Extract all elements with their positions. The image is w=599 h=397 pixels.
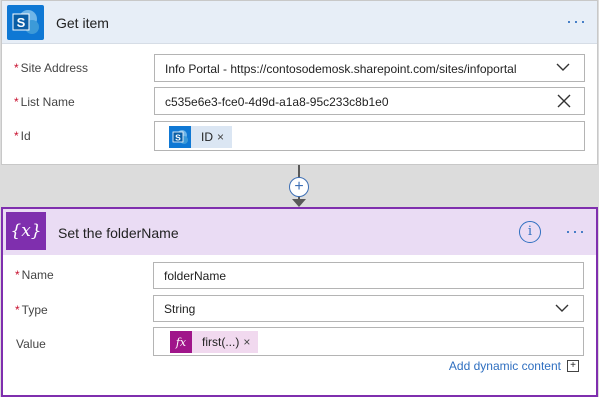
name-row: * Name folderName: [3, 258, 596, 292]
get-item-card: S Get item ··· * Site Address Info Portal…: [1, 0, 598, 165]
value-row: Value fx first(...) ×: [3, 327, 596, 361]
add-step-icon[interactable]: +: [289, 177, 309, 197]
site-address-value: Info Portal - https://contosodemosk.shar…: [165, 62, 517, 76]
list-name-label: * List Name: [14, 95, 75, 109]
chevron-down-icon[interactable]: [556, 60, 570, 74]
list-name-label-text: List Name: [20, 95, 75, 109]
required-marker: *: [14, 95, 19, 109]
get-item-header[interactable]: S Get item ···: [2, 1, 597, 44]
set-variable-card: {x} Set the folderName i ··· * Name folde…: [1, 207, 598, 397]
required-marker: *: [14, 129, 19, 143]
site-address-dropdown[interactable]: Info Portal - https://contosodemosk.shar…: [154, 54, 585, 82]
set-variable-more-icon[interactable]: ···: [565, 221, 586, 242]
name-input[interactable]: folderName: [153, 262, 584, 289]
svg-text:S: S: [175, 133, 181, 143]
value-token-label: first(...): [202, 335, 240, 349]
type-dropdown[interactable]: String: [153, 295, 584, 322]
name-value: folderName: [164, 269, 227, 283]
variable-icon: {x}: [6, 212, 46, 250]
chevron-down-icon[interactable]: [555, 301, 569, 315]
remove-token-icon[interactable]: ×: [217, 130, 232, 144]
id-token-label: ID: [201, 130, 213, 144]
type-label: * Type: [15, 303, 48, 317]
type-value: String: [164, 302, 196, 316]
add-icon[interactable]: +: [567, 360, 579, 372]
required-marker: *: [15, 268, 20, 282]
svg-text:S: S: [17, 15, 26, 30]
required-marker: *: [14, 61, 19, 75]
name-label: * Name: [15, 268, 54, 282]
id-row: * Id S ID ×: [2, 119, 597, 153]
id-token[interactable]: S ID ×: [169, 126, 233, 148]
info-icon[interactable]: i: [519, 221, 541, 243]
type-row: * Type String: [3, 293, 596, 327]
get-item-more-icon[interactable]: ···: [566, 11, 587, 32]
list-name-input[interactable]: c535e6e3-fce0-4d9d-a1a8-95c233c8b1e0: [154, 87, 585, 115]
site-address-row: * Site Address Info Portal - https://cont…: [2, 51, 597, 85]
list-name-value: c535e6e3-fce0-4d9d-a1a8-95c233c8b1e0: [165, 95, 389, 109]
id-input[interactable]: S ID ×: [154, 121, 585, 151]
sharepoint-icon: S: [7, 5, 44, 40]
clear-icon[interactable]: [556, 93, 572, 109]
function-icon: fx: [170, 331, 192, 353]
value-input[interactable]: fx first(...) ×: [153, 327, 584, 356]
required-marker: *: [15, 303, 20, 317]
set-variable-title: Set the folderName: [58, 225, 179, 241]
sharepoint-icon: S: [169, 126, 191, 148]
remove-token-icon[interactable]: ×: [243, 335, 258, 349]
id-label-text: Id: [20, 129, 31, 143]
connector-arrow: [292, 199, 306, 207]
site-address-label: * Site Address: [14, 61, 88, 75]
type-label-text: Type: [21, 303, 48, 317]
value-label: Value: [16, 337, 46, 351]
list-name-row: * List Name c535e6e3-fce0-4d9d-a1a8-95c23…: [2, 85, 597, 119]
set-variable-header[interactable]: {x} Set the folderName i ···: [3, 209, 596, 255]
value-token[interactable]: fx first(...) ×: [170, 331, 259, 353]
site-address-label-text: Site Address: [20, 61, 89, 75]
id-label: * Id: [14, 129, 31, 143]
get-item-title: Get item: [56, 15, 109, 31]
add-dynamic-content-link[interactable]: Add dynamic content: [449, 359, 561, 373]
name-label-text: Name: [21, 268, 54, 282]
